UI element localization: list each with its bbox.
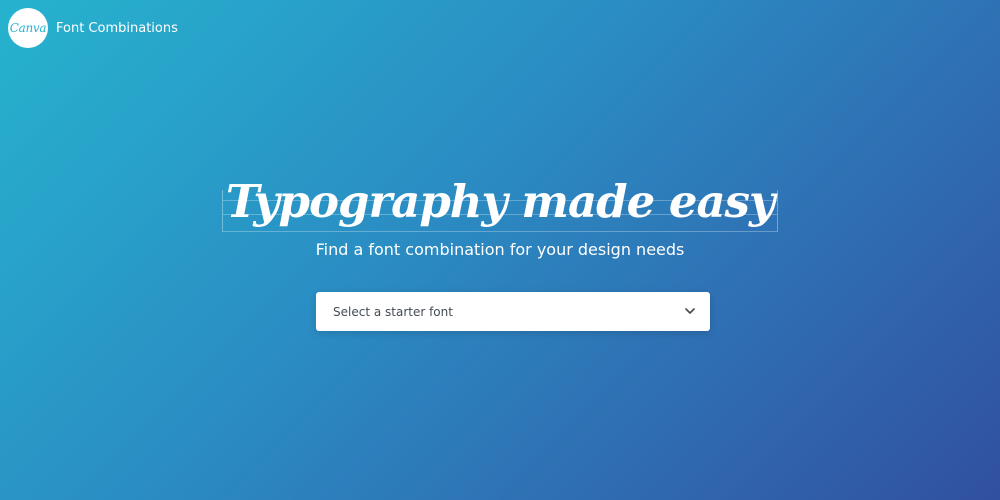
chevron-down-icon: [684, 306, 696, 318]
logo-text: Canva: [9, 21, 47, 35]
header: Canva Font Combinations: [8, 8, 178, 48]
hero-section: Typography made easy Find a font combina…: [0, 170, 1000, 259]
headline-wrap: Typography made easy: [221, 170, 779, 234]
select-placeholder: Select a starter font: [333, 304, 453, 319]
app-title[interactable]: Font Combinations: [56, 21, 178, 36]
canva-logo[interactable]: Canva: [8, 8, 48, 48]
page-subtitle: Find a font combination for your design …: [315, 240, 685, 259]
page-title: Typography made easy: [225, 175, 775, 228]
starter-font-select[interactable]: Select a starter font: [316, 292, 710, 331]
